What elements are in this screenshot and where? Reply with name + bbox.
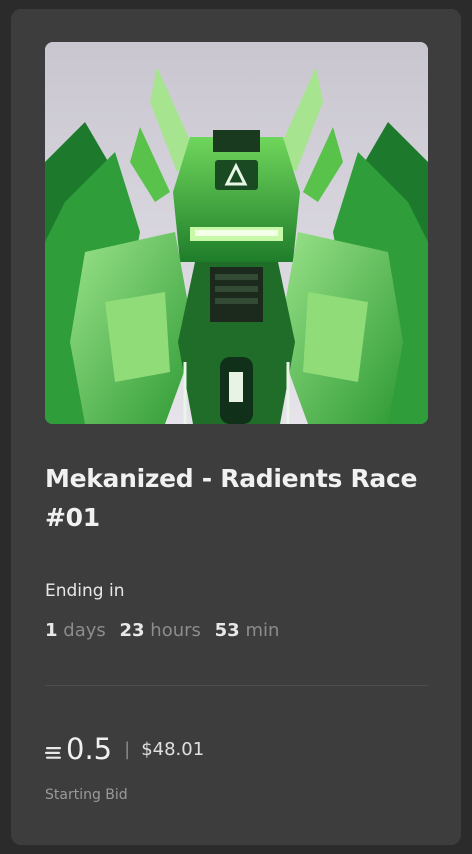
nft-card[interactable]: Mekanized - Radients Race #01 Ending in … (11, 9, 461, 845)
price-separator: | (124, 738, 131, 760)
divider (45, 685, 428, 686)
bid-usd-value: $48.01 (141, 738, 205, 760)
countdown-hours: 23 (119, 620, 145, 641)
nft-artwork[interactable] (45, 42, 428, 424)
countdown-hours-unit: hours (150, 620, 201, 641)
ending-in-label: Ending in (45, 581, 125, 601)
price-row: 0.5 | $48.01 (45, 731, 204, 767)
auction-countdown: 1 days 23 hours 53 min (45, 619, 287, 643)
countdown-minutes: 53 (214, 620, 240, 641)
robot-artwork-icon (45, 42, 428, 424)
bid-amount: 0.5 (66, 732, 113, 766)
countdown-days: 1 (45, 620, 58, 641)
eth-icon (45, 747, 61, 759)
countdown-minutes-unit: min (245, 620, 280, 641)
countdown-days-unit: days (63, 620, 106, 641)
starting-bid-label: Starting Bid (45, 787, 128, 803)
nft-title[interactable]: Mekanized - Radients Race #01 (45, 459, 435, 537)
